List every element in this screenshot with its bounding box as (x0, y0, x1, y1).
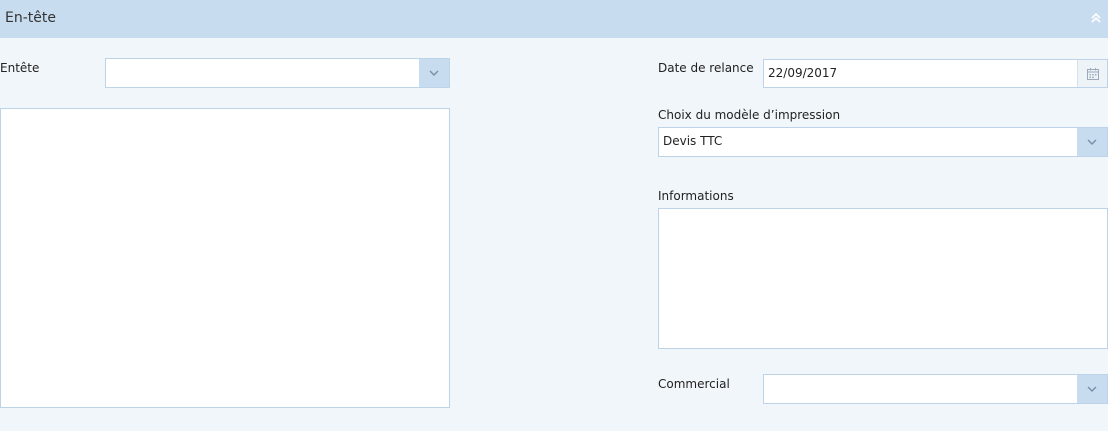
panel-header[interactable]: En-tête (0, 0, 1108, 38)
calendar-button[interactable] (1077, 60, 1107, 87)
chevron-down-icon (429, 70, 439, 76)
entete-textarea[interactable] (0, 108, 450, 408)
informations-label: Informations (658, 189, 734, 203)
date-relance-label: Date de relance (658, 61, 754, 75)
commercial-label: Commercial (658, 377, 730, 391)
chevron-down-icon (1087, 386, 1097, 392)
commercial-dropdown-button[interactable] (1077, 375, 1107, 403)
calendar-icon (1086, 67, 1099, 80)
entete-select[interactable] (105, 58, 450, 88)
commercial-select[interactable] (763, 374, 1108, 404)
date-relance-input[interactable]: 22/09/2017 (763, 59, 1108, 88)
model-select[interactable]: Devis TTC (658, 127, 1108, 157)
model-dropdown-button[interactable] (1077, 128, 1107, 156)
panel-title: En-tête (5, 10, 56, 26)
chevron-down-icon (1087, 139, 1097, 145)
model-label: Choix du modèle d’impression (658, 108, 841, 122)
collapse-icon[interactable] (1090, 12, 1102, 24)
entete-dropdown-button[interactable] (419, 59, 449, 87)
entete-label: Entête (0, 61, 40, 75)
model-select-value: Devis TTC (663, 134, 723, 148)
informations-textarea[interactable] (658, 208, 1108, 349)
date-relance-value: 22/09/2017 (768, 66, 838, 80)
